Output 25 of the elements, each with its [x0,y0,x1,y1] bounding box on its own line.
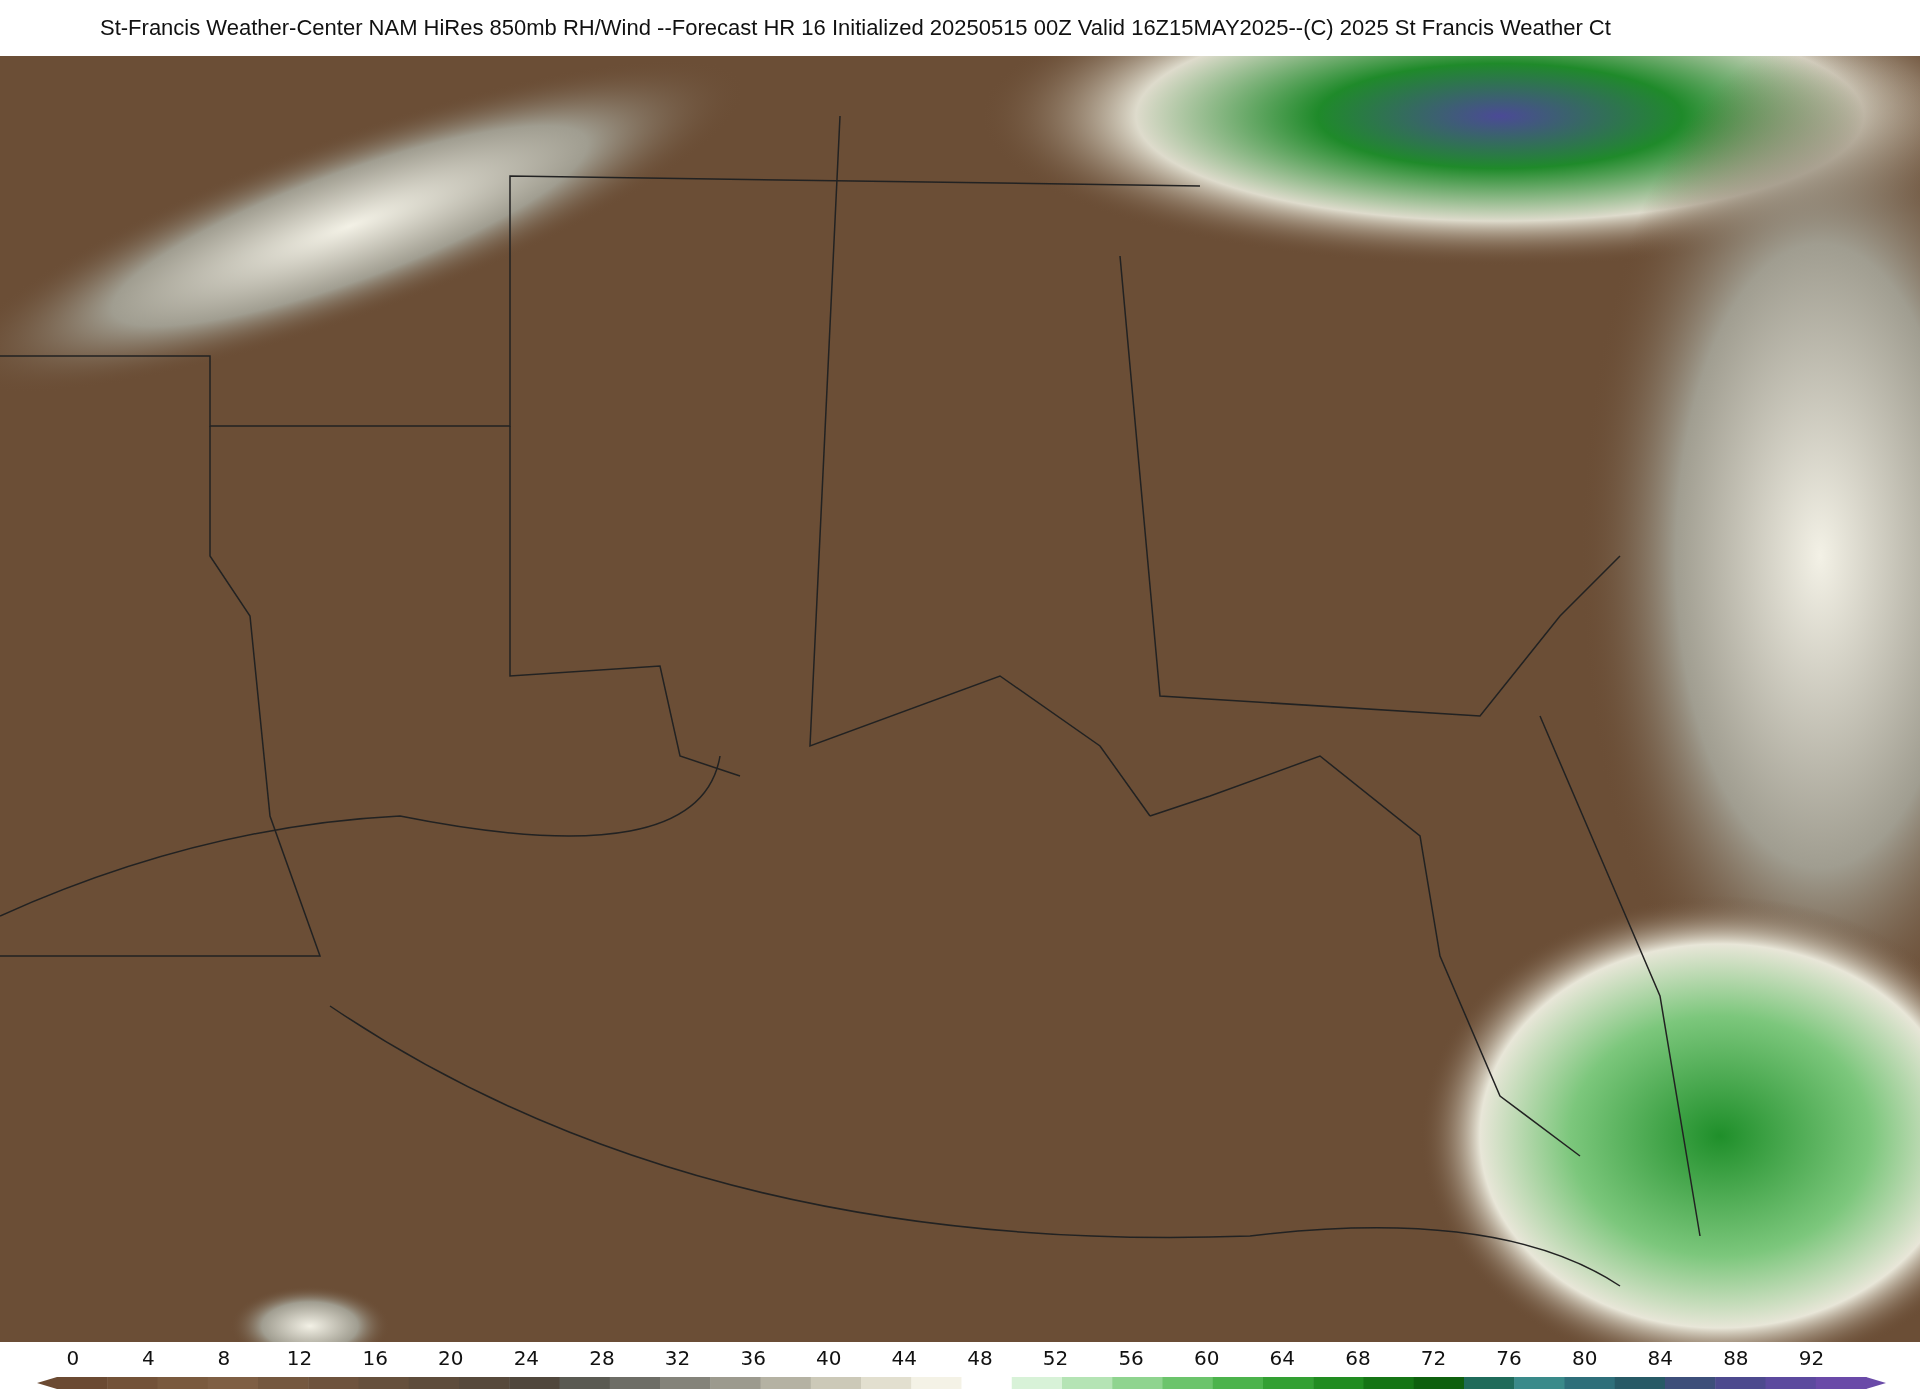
colorbar-tick-label: 88 [1722,1346,1750,1370]
colorbar-tick-label: 80 [1570,1346,1599,1370]
colorbar-tick-label: 92 [1797,1346,1826,1370]
colorbar-tick-label: 8 [216,1346,232,1370]
colorbar-tick-label: 20 [437,1346,465,1370]
colorbar-tick-label: 36 [739,1346,767,1370]
colorbar-tick-label: 52 [1041,1346,1070,1370]
colorbar-tick-label: 24 [512,1346,541,1370]
colorbar-tick-label: 48 [966,1346,994,1370]
colorbar-tick-label: 16 [361,1346,389,1370]
colorbar-tick-label: 32 [663,1346,692,1370]
colorbar-tick-label: 0 [65,1346,81,1370]
colorbar-tick-label: 4 [141,1346,156,1370]
colorbar-tick-label: 68 [1344,1346,1372,1370]
colorbar-tick-label: 12 [285,1346,314,1370]
colorbar-tick-label: 60 [1192,1346,1221,1370]
colorbar-tick-label: 28 [588,1346,616,1370]
colorbar-tick-label: 64 [1268,1346,1296,1370]
map-title: St-Francis Weather-Center NAM HiRes 850mb RH/Wind --Forecast HR 16 Initialized 20250515 00Z Valid 16Z15MAY2025--(C) 2025 St Francis Weather Ct [99,14,1612,42]
colorbar-tick-label: 76 [1495,1346,1523,1370]
colorbar-tick-label: 44 [890,1346,919,1370]
colorbar-tick-label: 84 [1646,1346,1674,1370]
colorbar-tick-label: 72 [1419,1346,1448,1370]
colorbar-tick-label: 40 [815,1346,843,1370]
colorbar-tick-label: 56 [1117,1346,1145,1370]
